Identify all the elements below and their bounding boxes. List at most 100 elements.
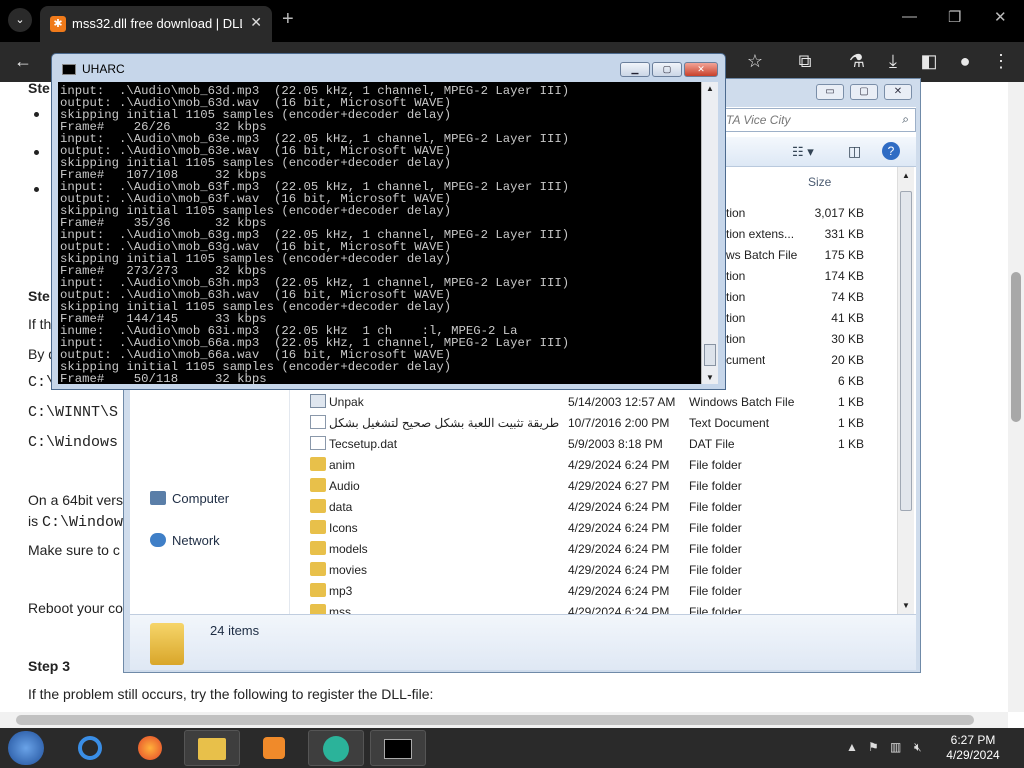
- taskbar-console[interactable]: [370, 730, 426, 766]
- gear-icon: ✱: [50, 16, 66, 32]
- folder-icon: [310, 562, 326, 576]
- media-player-icon: [263, 737, 285, 759]
- preview-pane-icon[interactable]: ◫: [848, 143, 861, 160]
- paragraph: Reboot your co: [28, 600, 123, 616]
- file-size: 175 KB: [824, 248, 864, 262]
- flask-icon[interactable]: ⚗: [846, 51, 868, 72]
- folder-icon: [310, 520, 326, 534]
- scroll-down-icon[interactable]: ▼: [706, 373, 714, 382]
- paragraph: On a 64bit vers: [28, 492, 123, 508]
- file-row[interactable]: mp3 4/29/2024 6:24 PM File folder: [124, 580, 910, 601]
- console-line: Frame# 50/118 32 kbps: [60, 372, 267, 384]
- scroll-thumb[interactable]: [16, 715, 974, 725]
- file-type: Windows Batch File: [689, 395, 795, 409]
- view-options-icon[interactable]: ☷ ▾: [792, 144, 814, 160]
- taskbar: ▲ ⚑ ▥ 🔇︎ 6:27 PM 4/29/2024: [0, 728, 1024, 768]
- download-icon[interactable]: ⤓: [882, 51, 904, 72]
- star-icon[interactable]: ☆: [744, 51, 766, 72]
- flag-icon[interactable]: ⚑: [868, 740, 879, 754]
- scroll-thumb[interactable]: [1011, 272, 1021, 422]
- file-row[interactable]: طريقة تثبيت اللعبة بشكل صحيح لتشغيل بشكل…: [124, 412, 910, 433]
- file-type: tion: [726, 269, 746, 283]
- console-title: UHARC: [82, 62, 125, 76]
- taskbar-ie[interactable]: [62, 730, 118, 766]
- file-type: File folder: [689, 563, 742, 577]
- file-date: 4/29/2024 6:27 PM: [568, 479, 670, 493]
- minimize-button[interactable]: —: [902, 8, 917, 25]
- console-text: input: .\Audio\mob_63d.mp3 (22.05 kHz, 1…: [60, 85, 699, 384]
- restore-button[interactable]: ❐: [948, 8, 961, 26]
- window-close-button[interactable]: ✕: [994, 8, 1007, 26]
- start-button[interactable]: [8, 731, 44, 765]
- page-vertical-scrollbar[interactable]: [1008, 82, 1024, 712]
- file-type: File folder: [689, 500, 742, 514]
- paragraph: is C:\Window: [28, 513, 123, 531]
- help-icon[interactable]: ?: [882, 142, 900, 160]
- paragraph: Make sure to c: [28, 542, 120, 558]
- file-date: 4/29/2024 6:24 PM: [568, 563, 670, 577]
- new-tab-button[interactable]: +: [282, 8, 294, 31]
- file-row[interactable]: movies 4/29/2024 6:24 PM File folder: [124, 559, 910, 580]
- menu-icon[interactable]: ⋮: [990, 51, 1012, 72]
- page-horizontal-scrollbar[interactable]: [0, 712, 1008, 728]
- clock[interactable]: 6:27 PM 4/29/2024: [938, 733, 1008, 763]
- document-icon: [310, 415, 326, 429]
- close-button[interactable]: ✕: [684, 62, 718, 77]
- file-type: File folder: [689, 542, 742, 556]
- paragraph-prefix: is: [28, 513, 42, 529]
- clock-time: 6:27 PM: [950, 733, 996, 747]
- console-output[interactable]: input: .\Audio\mob_63d.mp3 (22.05 kHz, 1…: [58, 82, 701, 384]
- back-arrow-icon[interactable]: ←: [12, 51, 34, 72]
- document-icon: [310, 436, 326, 450]
- file-name: models: [329, 542, 368, 556]
- file-row[interactable]: data 4/29/2024 6:24 PM File folder: [124, 496, 910, 517]
- tab-list-button[interactable]: ⌄: [8, 8, 32, 32]
- scroll-up-icon[interactable]: ▲: [706, 84, 714, 93]
- show-hidden-icons[interactable]: ▲: [846, 740, 858, 754]
- search-placeholder: TA Vice City: [726, 113, 791, 127]
- file-type: File folder: [689, 458, 742, 472]
- scroll-up-icon[interactable]: ▲: [902, 171, 910, 180]
- folder-icon: [198, 738, 226, 760]
- file-size: 6 KB: [837, 374, 864, 388]
- maximize-button[interactable]: ▢: [850, 84, 878, 100]
- file-row[interactable]: anim 4/29/2024 6:24 PM File folder: [124, 454, 910, 475]
- extensions-icon[interactable]: ⧉: [794, 51, 816, 72]
- column-header-size[interactable]: Size: [808, 175, 831, 189]
- close-button[interactable]: ✕: [884, 84, 912, 100]
- file-type: Text Document: [689, 416, 770, 430]
- file-row[interactable]: Tecsetup.dat 5/9/2003 8:18 PM DAT File 1 KB: [124, 433, 910, 454]
- volume-muted-icon[interactable]: 🔇︎: [914, 740, 922, 755]
- taskbar-media-player[interactable]: [246, 730, 302, 766]
- file-row[interactable]: models 4/29/2024 6:24 PM File folder: [124, 538, 910, 559]
- search-input[interactable]: TA Vice City ⌕: [721, 108, 916, 132]
- console-scrollbar[interactable]: ▲ ▼: [701, 82, 718, 384]
- console-window: UHARC ▁ ▢ ✕ input: .\Audio\mob_63d.mp3 (…: [51, 53, 726, 390]
- network-tray-icon[interactable]: ▥: [890, 740, 901, 754]
- taskbar-firefox[interactable]: [122, 730, 178, 766]
- scroll-thumb[interactable]: [900, 191, 912, 511]
- file-row[interactable]: Audio 4/29/2024 6:27 PM File folder: [124, 475, 910, 496]
- file-date: 10/7/2016 2:00 PM: [568, 416, 670, 430]
- minimize-button[interactable]: ▭: [816, 84, 844, 100]
- file-size: 3,017 KB: [814, 206, 864, 220]
- file-row[interactable]: Icons 4/29/2024 6:24 PM File folder: [124, 517, 910, 538]
- file-size: 74 KB: [831, 290, 864, 304]
- clock-date: 4/29/2024: [946, 748, 1000, 762]
- sidebar-icon[interactable]: ◧: [918, 51, 940, 72]
- file-row[interactable]: Unpak 5/14/2003 12:57 AM Windows Batch Fil…: [124, 391, 910, 412]
- maximize-button[interactable]: ▢: [652, 62, 682, 77]
- scroll-down-icon[interactable]: ▼: [902, 601, 910, 610]
- taskbar-app[interactable]: [308, 730, 364, 766]
- scroll-thumb[interactable]: [704, 344, 716, 366]
- file-size: 1 KB: [837, 395, 864, 409]
- taskbar-explorer[interactable]: [184, 730, 240, 766]
- file-list-scrollbar[interactable]: ▲ ▼: [897, 167, 914, 614]
- browser-tab[interactable]: ✱ mss32.dll free download | DLL- ✕: [40, 6, 272, 42]
- path-code: C:\Windows: [28, 434, 119, 451]
- close-icon[interactable]: ✕: [250, 14, 262, 31]
- profile-icon[interactable]: ●: [954, 51, 976, 72]
- file-date: 5/9/2003 8:18 PM: [568, 437, 663, 451]
- file-type: tion: [726, 311, 746, 325]
- minimize-button[interactable]: ▁: [620, 62, 650, 77]
